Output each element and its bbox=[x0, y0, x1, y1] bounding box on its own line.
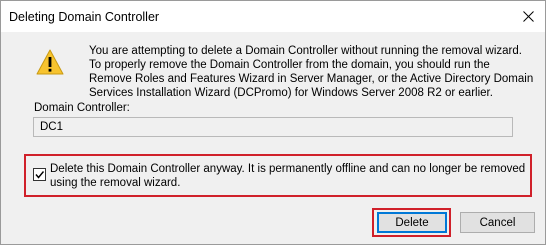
warning-icon bbox=[36, 49, 64, 75]
delete-dc-dialog: Deleting Domain Controller You are attem… bbox=[0, 0, 546, 245]
confirm-checkbox-label[interactable]: Delete this Domain Controller anyway. It… bbox=[50, 162, 528, 190]
close-button[interactable] bbox=[511, 1, 545, 32]
domain-controller-label: Domain Controller: bbox=[34, 102, 130, 114]
warning-message: You are attempting to delete a Domain Co… bbox=[89, 45, 534, 99]
domain-controller-field: DC1 bbox=[33, 117, 513, 137]
checkmark-icon bbox=[35, 171, 45, 179]
dialog-title: Deleting Domain Controller bbox=[9, 10, 160, 24]
delete-button[interactable]: Delete bbox=[377, 212, 447, 233]
cancel-button[interactable]: Cancel bbox=[460, 212, 535, 233]
dialog-body: You are attempting to delete a Domain Co… bbox=[1, 32, 545, 244]
close-icon bbox=[522, 11, 534, 22]
title-bar: Deleting Domain Controller bbox=[1, 1, 545, 32]
confirm-checkbox[interactable] bbox=[33, 168, 46, 181]
confirm-highlight: Delete this Domain Controller anyway. It… bbox=[24, 154, 532, 197]
